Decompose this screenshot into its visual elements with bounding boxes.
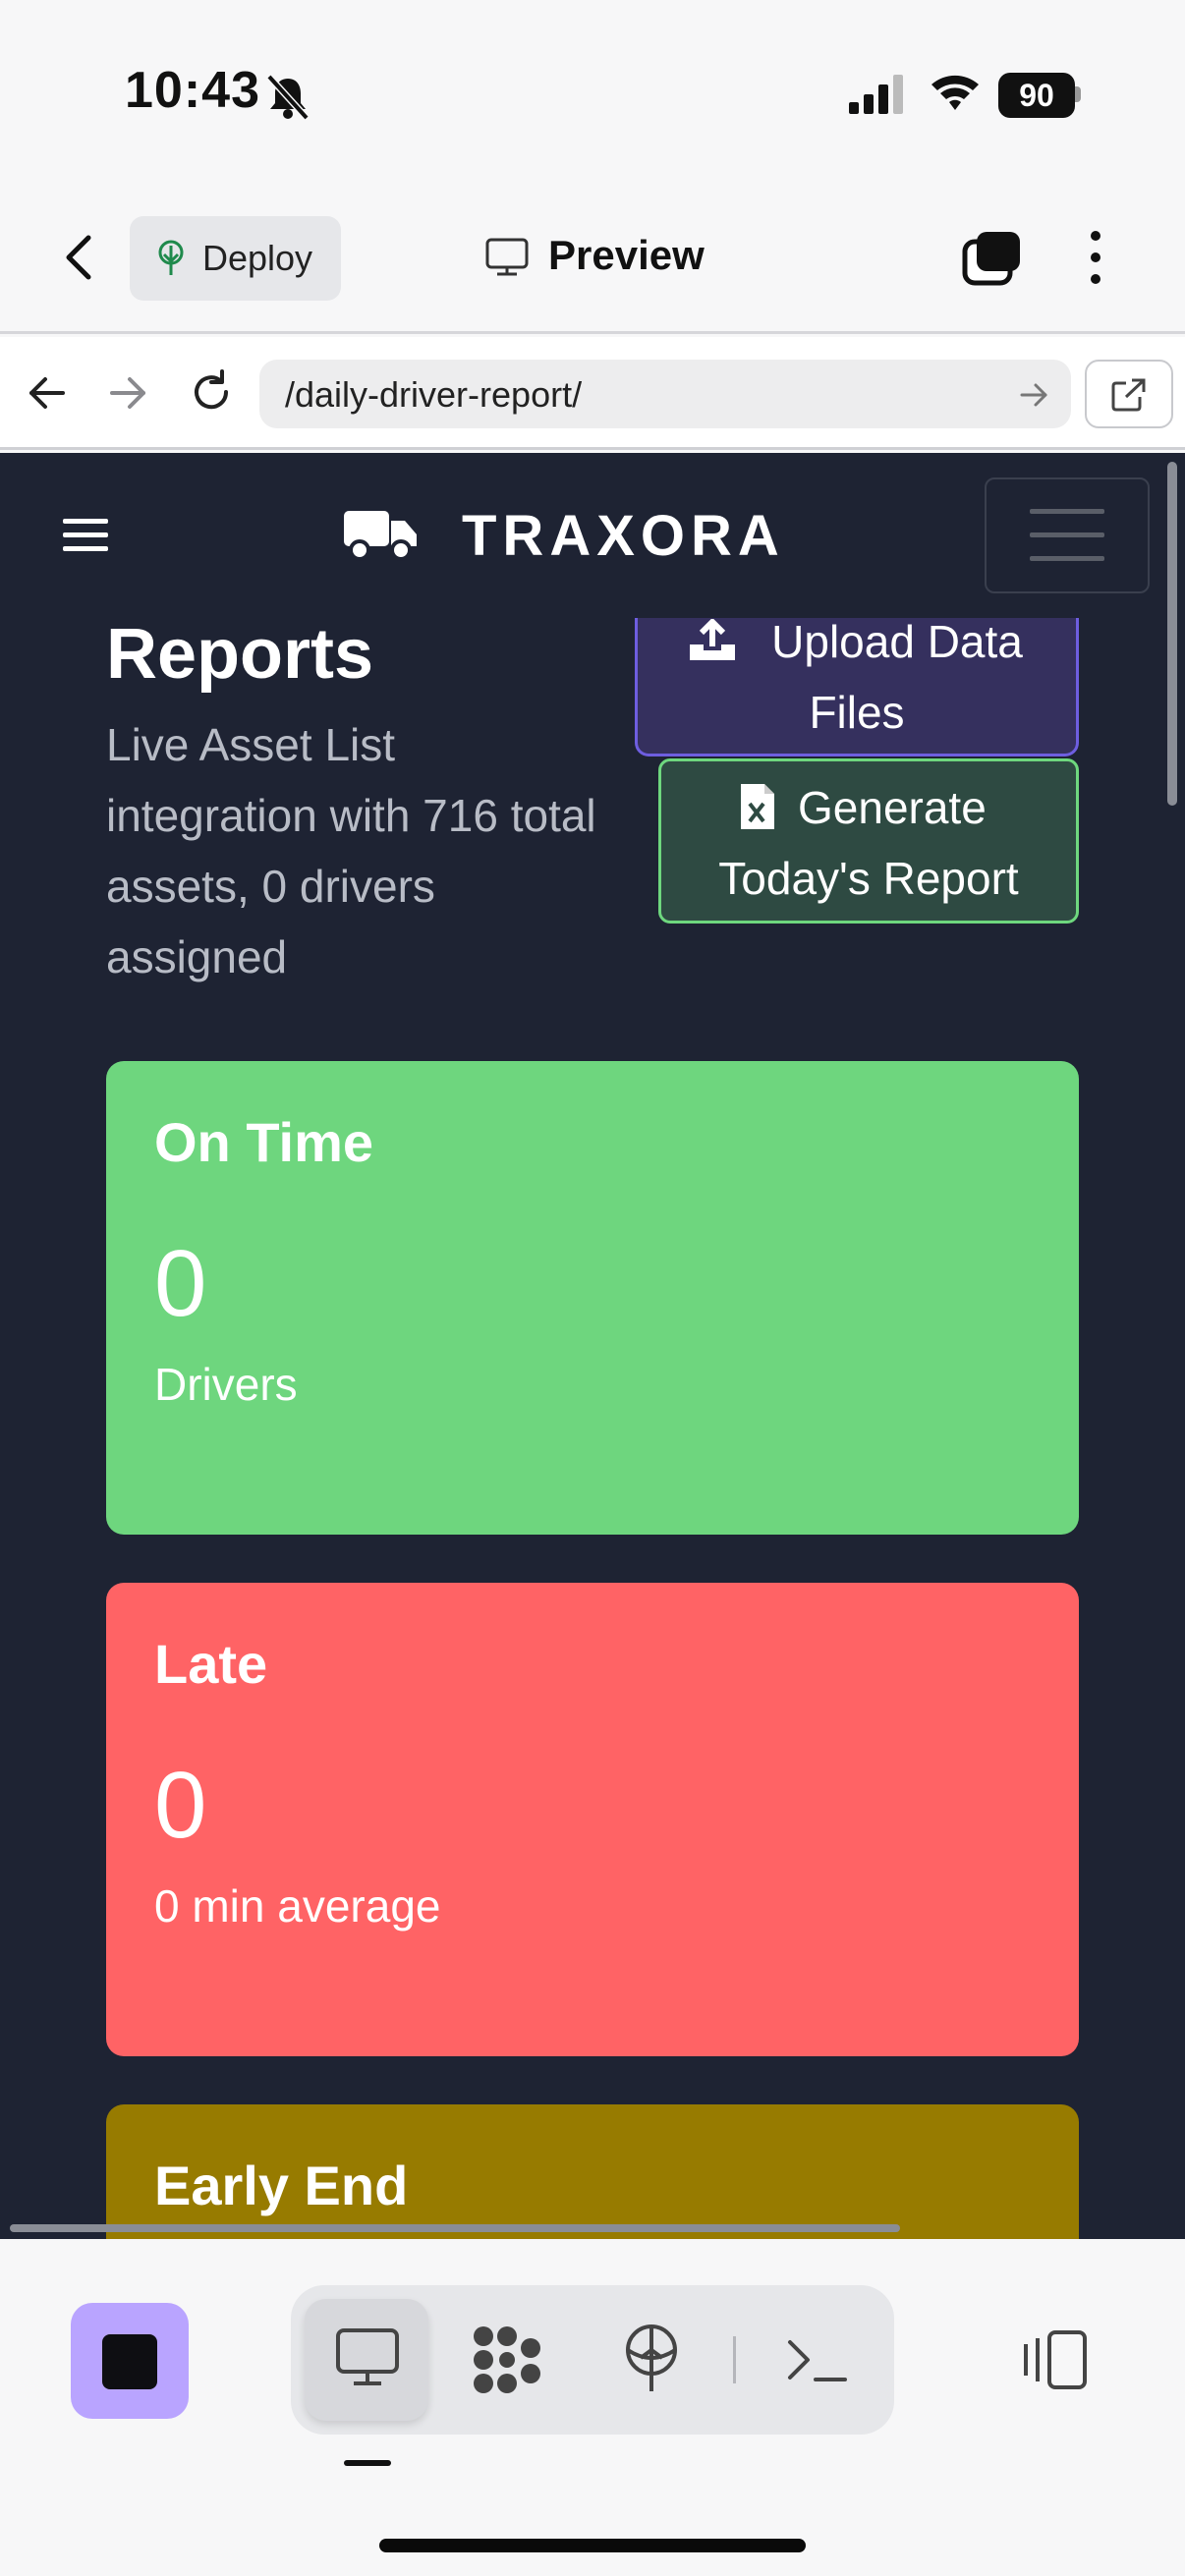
truck-icon	[344, 511, 417, 561]
on-time-subtitle: Drivers	[154, 1359, 298, 1410]
late-subtitle: 0 min average	[154, 1880, 441, 1932]
toolbar-separator	[733, 2336, 736, 2383]
back-chevron-icon[interactable]	[59, 228, 98, 287]
battery-icon: 90	[998, 73, 1075, 118]
menu-icon[interactable]	[63, 515, 108, 556]
graph-icon[interactable]	[470, 2323, 544, 2397]
wifi-icon	[931, 75, 979, 110]
home-indicator[interactable]	[379, 2539, 806, 2552]
deploy-label: Deploy	[202, 238, 313, 278]
excel-file-icon	[741, 784, 774, 829]
monitor-icon	[485, 238, 529, 276]
on-time-value: 0	[154, 1231, 207, 1336]
go-arrow-icon[interactable]	[1018, 379, 1049, 411]
bell-slash-icon	[266, 74, 310, 120]
brand-name[interactable]: TRAXORA	[462, 503, 785, 569]
upload-button-label-2: Files	[809, 687, 905, 738]
deploy-icon[interactable]	[617, 2323, 686, 2395]
external-link-icon	[1111, 378, 1146, 412]
active-tab-indicator	[344, 2460, 391, 2466]
page-title: Reports	[106, 615, 374, 694]
browser-back-icon[interactable]	[26, 371, 69, 415]
on-time-title: On Time	[154, 1111, 374, 1173]
early-end-title: Early End	[154, 2155, 409, 2216]
page-description: Live Asset List integration with 716 tot…	[106, 719, 596, 982]
monitor-icon	[336, 2328, 399, 2385]
shell-icon[interactable]	[786, 2334, 849, 2385]
cellular-signal-icon	[849, 75, 903, 114]
status-time: 10:43	[125, 62, 260, 119]
browser-forward-icon[interactable]	[106, 371, 149, 415]
generate-button-label-1: Generate	[798, 782, 987, 833]
more-options-icon[interactable]	[1081, 228, 1110, 287]
late-value: 0	[154, 1753, 207, 1858]
stop-icon	[102, 2334, 157, 2389]
side-panel-icon[interactable]	[1020, 2328, 1091, 2391]
battery-tip	[1075, 86, 1081, 102]
vertical-scrollbar[interactable]	[1167, 462, 1177, 806]
preview-title: Preview	[548, 232, 705, 278]
deploy-tree-icon	[158, 240, 184, 275]
toggler-icon	[1030, 509, 1104, 561]
reload-icon[interactable]	[187, 367, 236, 417]
late-title: Late	[154, 1633, 268, 1695]
horizontal-scrollbar[interactable]	[10, 2224, 900, 2232]
tabs-icon[interactable]	[961, 228, 1024, 287]
url-text: /daily-driver-report/	[285, 374, 583, 415]
generate-button-label-2: Today's Report	[718, 853, 1019, 904]
